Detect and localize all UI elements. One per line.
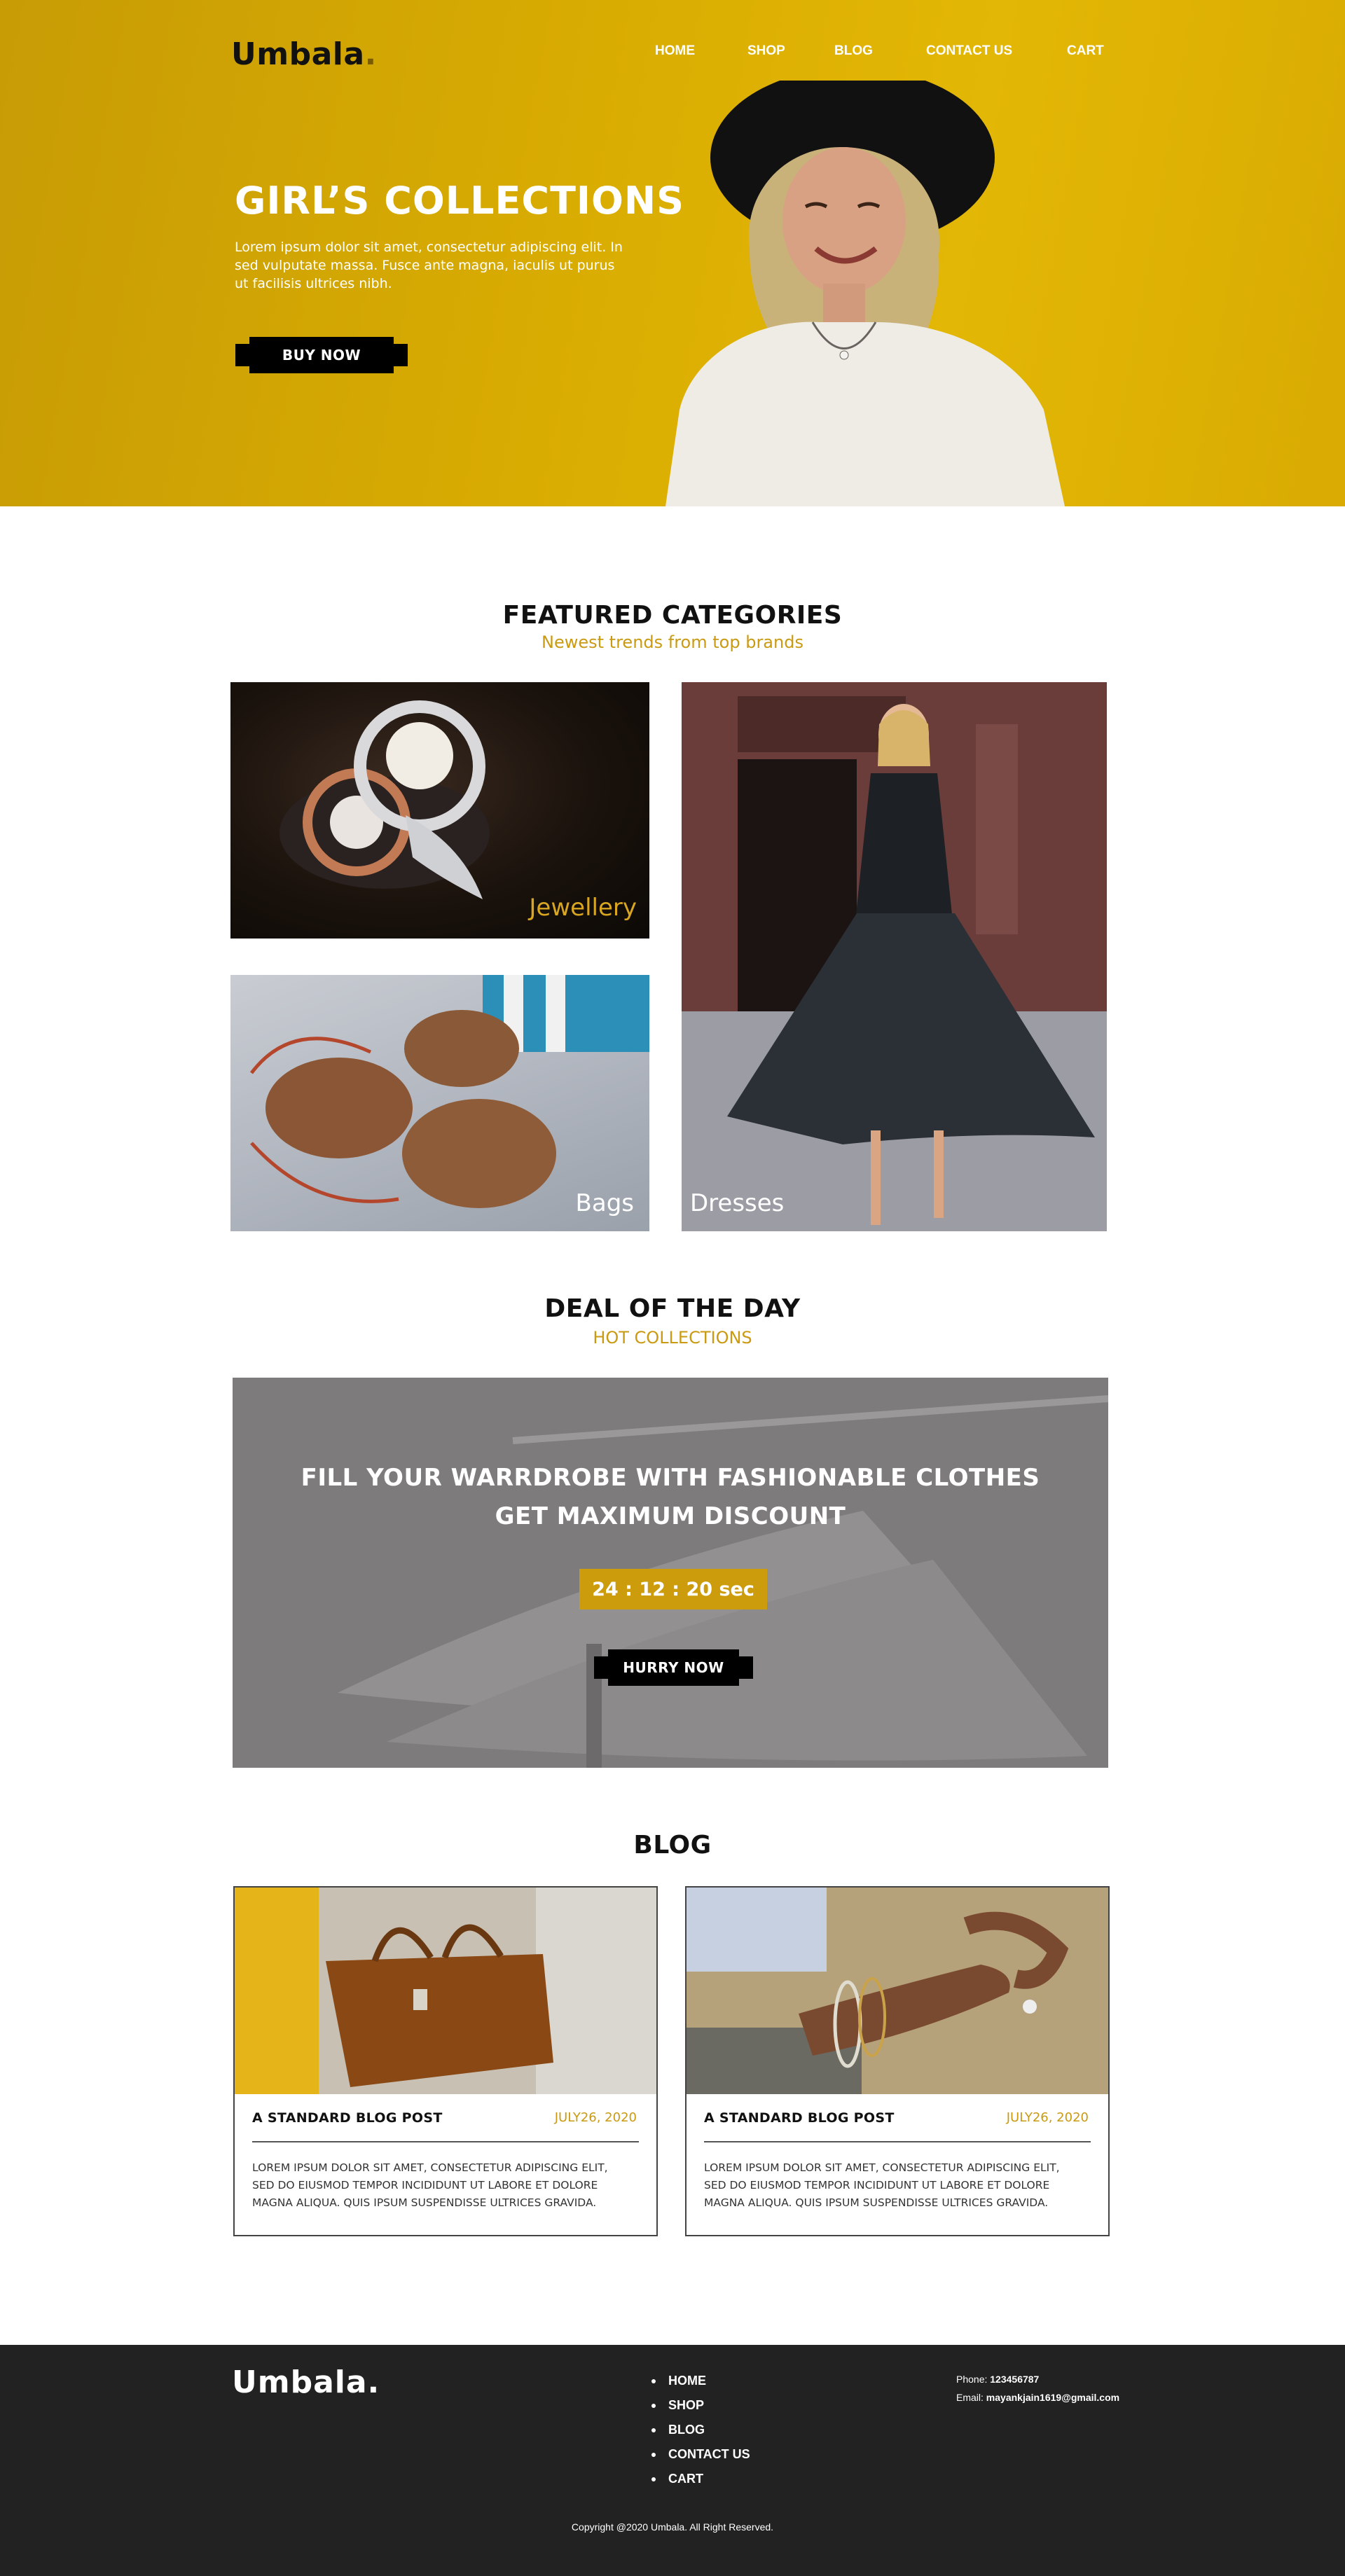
footer-link-cart[interactable]: CART: [651, 2467, 750, 2491]
footer-link-blog[interactable]: BLOG: [651, 2418, 750, 2442]
model-hair: [878, 710, 930, 766]
nav-home[interactable]: HOME: [655, 43, 695, 59]
deal-subheadline: GET MAXIMUM DISCOUNT: [495, 1502, 846, 1530]
nav-blog[interactable]: BLOG: [834, 43, 873, 59]
dresses-label: Dresses: [690, 1189, 785, 1217]
blog-post-title[interactable]: A STANDARD BLOG POST: [704, 2110, 895, 2126]
handbag-lock: [413, 1989, 427, 2010]
buy-now-button[interactable]: BUY NOW: [235, 337, 408, 373]
phone-value[interactable]: 123456787: [990, 2374, 1039, 2385]
model-leg: [871, 1130, 881, 1225]
pearl: [386, 722, 453, 789]
blog-card[interactable]: A STANDARD BLOG POST JULY26, 2020 LOREM …: [685, 1886, 1110, 2236]
divider: [704, 2141, 1091, 2142]
footer-link-label: HOME: [668, 2374, 706, 2388]
phone-label: Phone:: [956, 2374, 988, 2385]
ring: [1023, 2000, 1037, 2014]
hero-banner: Umbala. HOME SHOP BLOG CONTACT US CART G…: [0, 0, 1345, 506]
bullet-icon: [651, 2452, 656, 2457]
deal-subtitle: HOT COLLECTIONS: [593, 1328, 752, 1348]
blog-image-bracelets: [687, 1888, 1108, 2094]
footer-email: Email: mayankjain1619@gmail.com: [956, 2388, 1119, 2407]
footer-link-contact-us[interactable]: CONTACT US: [651, 2442, 750, 2467]
blog-image-handbag: [235, 1888, 656, 2094]
email-label: Email:: [956, 2392, 984, 2403]
footer-logo[interactable]: Umbala.: [232, 2364, 380, 2400]
bullet-icon: [651, 2403, 656, 2408]
nav-contact-us[interactable]: CONTACT US: [926, 43, 1012, 59]
blog-post-title[interactable]: A STANDARD BLOG POST: [252, 2110, 443, 2126]
brand-logo[interactable]: Umbala.: [231, 36, 377, 72]
hero-model-image: [665, 81, 1065, 506]
blog-post-date: JULY26, 2020: [554, 2110, 637, 2125]
blog-post-excerpt: LOREM IPSUM DOLOR SIT AMET, CONSECTETUR …: [252, 2161, 608, 2209]
bullet-icon: [651, 2428, 656, 2432]
jewellery-label: Jewellery: [529, 894, 637, 922]
bullet-icon: [651, 2378, 656, 2383]
towel-stripe: [546, 975, 565, 1052]
hero-title: GIRL’S COLLECTIONS: [235, 179, 684, 223]
deal-banner: FILL YOUR WARRDROBE WITH FASHIONABLE CLO…: [233, 1378, 1108, 1768]
nav-shop[interactable]: SHOP: [747, 43, 785, 59]
footer-link-label: CONTACT US: [668, 2447, 750, 2461]
category-bags[interactable]: Bags: [230, 975, 649, 1231]
featured-title: FEATURED CATEGORIES: [502, 601, 843, 630]
category-dresses[interactable]: Dresses: [682, 682, 1107, 1231]
sweater-shape: [665, 321, 1065, 506]
footer-link-shop[interactable]: SHOP: [651, 2393, 750, 2418]
hurry-now-button[interactable]: HURRY NOW: [594, 1649, 753, 1686]
bags-label: Bags: [575, 1189, 634, 1217]
hero-description: Lorem ipsum dolor sit amet, consectetur …: [235, 240, 623, 291]
countdown-timer: 24 : 12 : 20 sec: [579, 1569, 767, 1609]
rattan-bag-2: [265, 1058, 413, 1158]
deal-title: DEAL OF THE DAY: [544, 1294, 801, 1323]
footer-link-label: CART: [668, 2472, 703, 2486]
divider: [252, 2141, 639, 2142]
brand-name: Umbala: [231, 36, 365, 72]
rattan-bag-3: [402, 1099, 556, 1208]
dresses-image: [682, 682, 1107, 1231]
footer-link-home[interactable]: HOME: [651, 2369, 750, 2393]
blog-title: BLOG: [633, 1831, 712, 1860]
pendant: [839, 350, 849, 360]
footer-link-label: SHOP: [668, 2398, 705, 2412]
brand-dot: .: [364, 36, 377, 72]
blog-card[interactable]: A STANDARD BLOG POST JULY26, 2020 LOREM …: [233, 1886, 658, 2236]
yellow-dress: [235, 1888, 319, 2094]
featured-subtitle: Newest trends from top brands: [542, 632, 803, 652]
category-jewellery[interactable]: Jewellery: [230, 682, 649, 939]
footer-contact: Phone: 123456787 Email: mayankjain1619@g…: [956, 2370, 1119, 2407]
blog-post-date: JULY26, 2020: [1006, 2110, 1089, 2125]
footer-links: HOME SHOP BLOG CONTACT US CART: [651, 2369, 750, 2491]
rattan-bag-1: [404, 1010, 519, 1087]
background-wall: [536, 1888, 656, 2094]
model-leg: [934, 1130, 944, 1218]
face-shape: [782, 147, 906, 294]
blue-sleeve: [687, 1888, 827, 1972]
blog-post-excerpt: LOREM IPSUM DOLOR SIT AMET, CONSECTETUR …: [704, 2161, 1060, 2209]
nav-cart[interactable]: CART: [1067, 43, 1104, 59]
pillar: [976, 724, 1018, 934]
email-value[interactable]: mayankjain1619@gmail.com: [986, 2392, 1119, 2403]
footer-link-label: BLOG: [668, 2423, 705, 2437]
bullet-icon: [651, 2477, 656, 2481]
deal-headline: FILL YOUR WARRDROBE WITH FASHIONABLE CLO…: [301, 1464, 1040, 1492]
footer-phone: Phone: 123456787: [956, 2370, 1119, 2388]
copyright: Copyright @2020 Umbala. All Right Reserv…: [571, 2521, 774, 2533]
site-footer: Umbala. HOME SHOP BLOG CONTACT US CART P…: [0, 2345, 1345, 2576]
